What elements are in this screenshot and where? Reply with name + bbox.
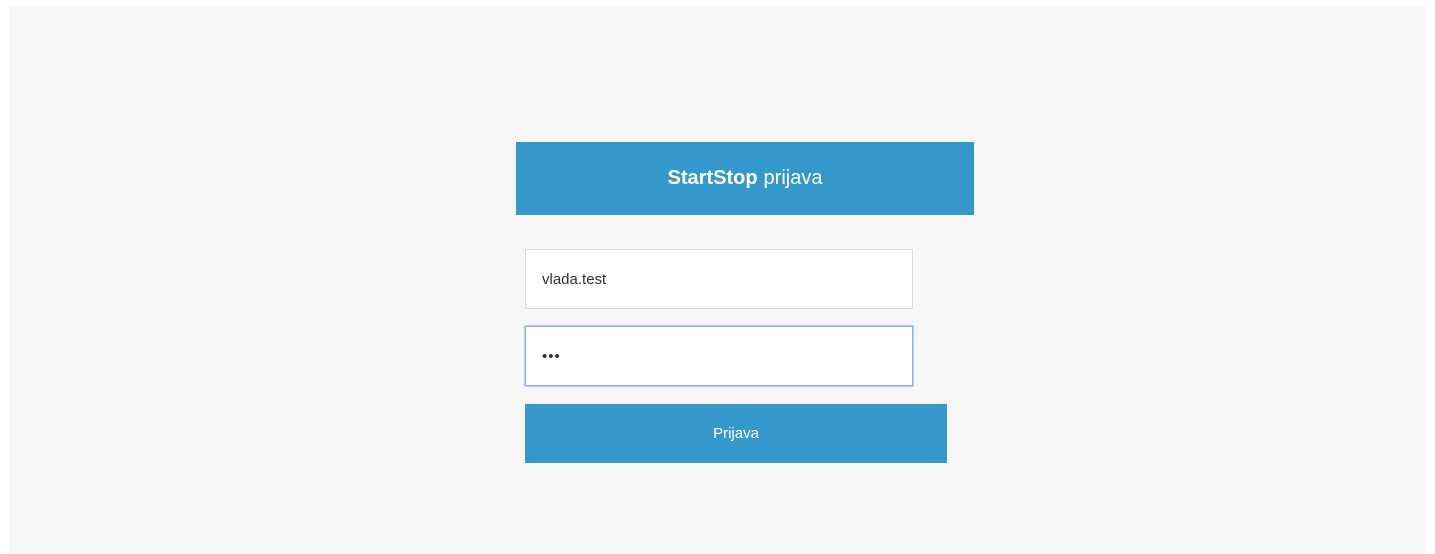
password-input[interactable] — [525, 326, 913, 386]
username-input[interactable] — [525, 249, 913, 309]
login-button[interactable]: Prijava — [525, 404, 947, 463]
header-title: prijava — [763, 167, 823, 189]
brand-name: StartStop — [667, 167, 758, 189]
login-header: StartStop prijava — [516, 142, 974, 215]
